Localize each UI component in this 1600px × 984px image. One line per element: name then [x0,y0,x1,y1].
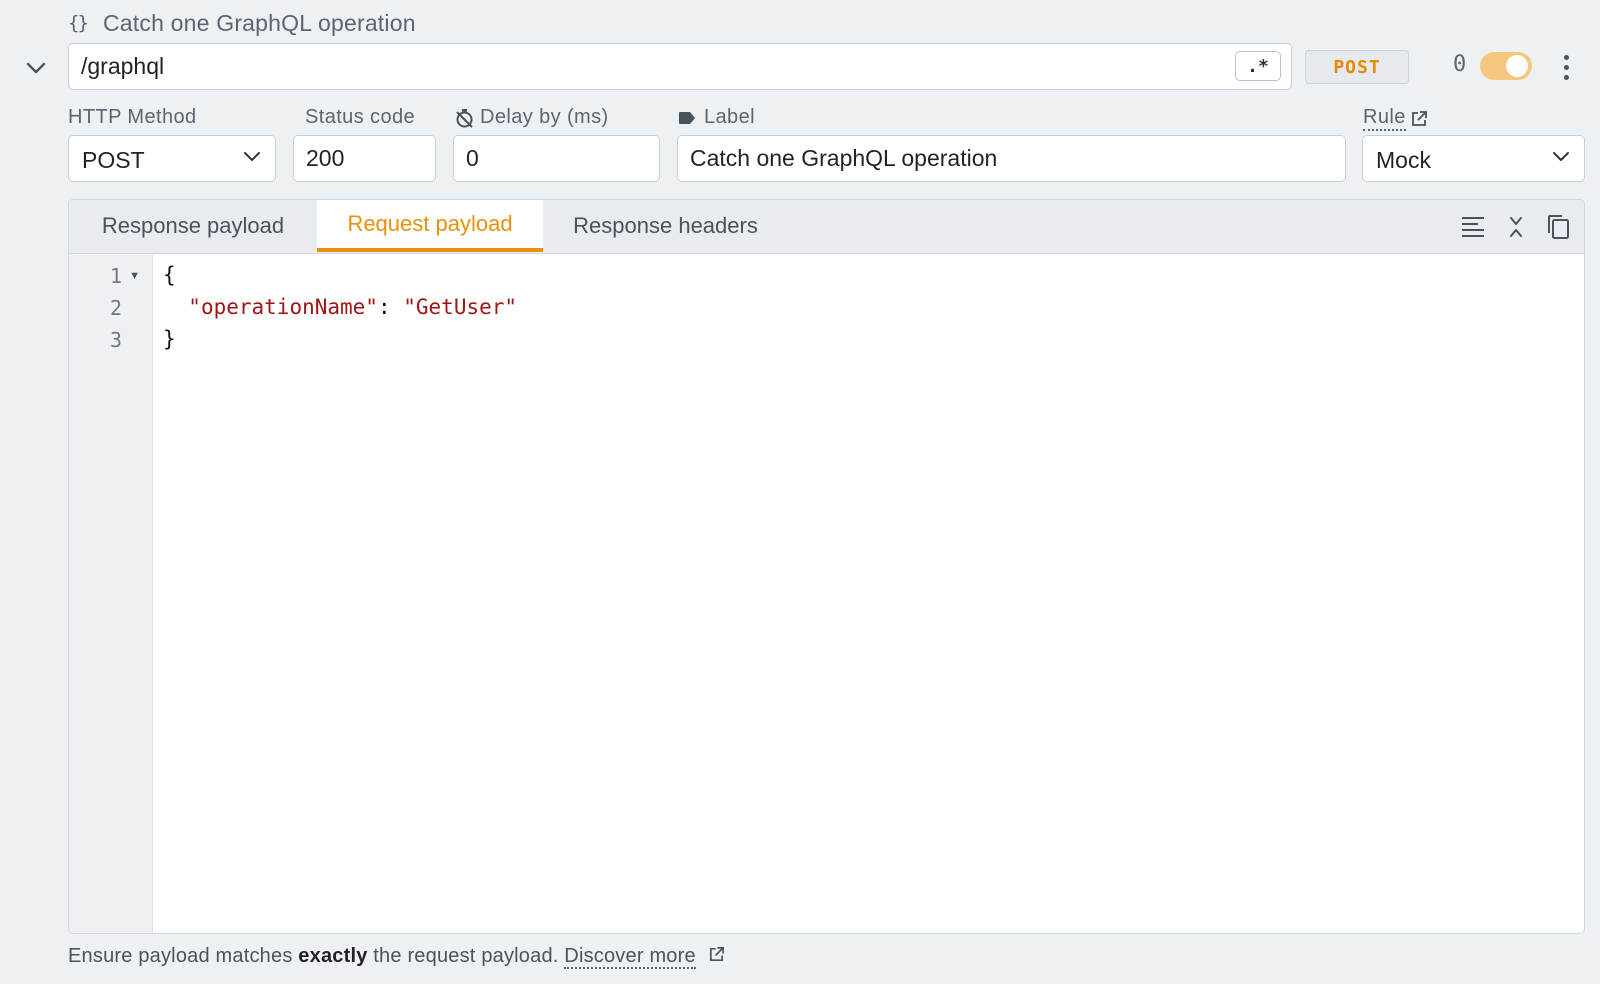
method-badge: POST [1305,50,1409,84]
collapse-all-icon[interactable] [1501,212,1531,242]
rule-label: Rule [1363,106,1406,131]
tab-response-payload[interactable]: Response payload [69,200,317,252]
mock-title: Catch one GraphQL operation [103,10,416,36]
toggle-knob [1506,55,1528,77]
label-label: Label [704,106,755,128]
fold-arrow-icon[interactable]: ▼ [129,270,140,282]
editor-gutter: 1 ▼ 2 3 [69,254,153,933]
discover-more-link[interactable]: Discover more [564,945,696,969]
delay-input[interactable] [454,136,659,181]
external-link-icon [1411,110,1427,126]
url-input[interactable] [81,44,1221,88]
footer-prefix: Ensure payload matches [68,945,299,967]
line-number: 2 [109,296,122,320]
tab-response-headers[interactable]: Response headers [543,200,788,252]
label-input[interactable] [678,136,1345,181]
line-number: 1 [109,264,122,288]
json-colon: : [377,295,404,319]
rule-label-group[interactable]: Rule [1363,106,1428,131]
code-line-3[interactable]: } [163,327,176,351]
http-method-select[interactable]: POST [68,135,276,182]
label-field [677,135,1346,182]
tag-icon [679,111,695,124]
collapse-chevron-icon[interactable] [20,52,52,84]
status-code-field [293,135,436,182]
rule-select[interactable]: Mock [1362,135,1585,182]
more-options-icon[interactable] [1556,52,1576,82]
delay-label: Delay by (ms) [480,106,609,128]
rule-value: Mock [1376,147,1431,173]
label-label-group: Label [678,106,755,129]
chevron-down-icon [1553,152,1569,161]
delay-label-group: Delay by (ms) [455,106,609,129]
footer-hint: Ensure payload matches exactly the reque… [68,945,725,969]
http-method-label: HTTP Method [68,106,197,128]
line-number: 3 [109,328,122,352]
status-code-label: Status code [305,106,416,128]
braces-icon: {} [68,12,89,34]
hit-count: 0 [1453,52,1467,77]
delay-field [453,135,660,182]
footer-suffix: the request payload. [367,945,565,967]
chevron-down-icon [244,152,260,161]
code-line-2[interactable]: "operationName": "GetUser" [163,295,517,319]
url-field: .* [68,43,1292,90]
format-icon[interactable] [1458,212,1488,242]
external-link-icon [709,947,724,962]
tab-request-payload[interactable]: Request payload [317,200,543,252]
copy-icon[interactable] [1543,212,1573,242]
status-code-input[interactable] [294,136,435,181]
json-key: "operationName" [188,295,378,319]
payload-editor: Response payload Request payload Respons… [68,199,1585,934]
enable-toggle[interactable] [1480,52,1532,80]
json-brace-open: { [163,263,176,287]
footer-bold: exactly [298,945,368,967]
code-line-1[interactable]: { [163,263,176,287]
editor-tabbar: Response payload Request payload Respons… [69,200,1584,254]
http-method-value: POST [82,147,145,173]
json-brace-close: } [163,327,176,351]
json-value: "GetUser" [403,295,518,319]
timer-off-icon [456,108,473,128]
regex-toggle-button[interactable]: .* [1235,51,1281,81]
